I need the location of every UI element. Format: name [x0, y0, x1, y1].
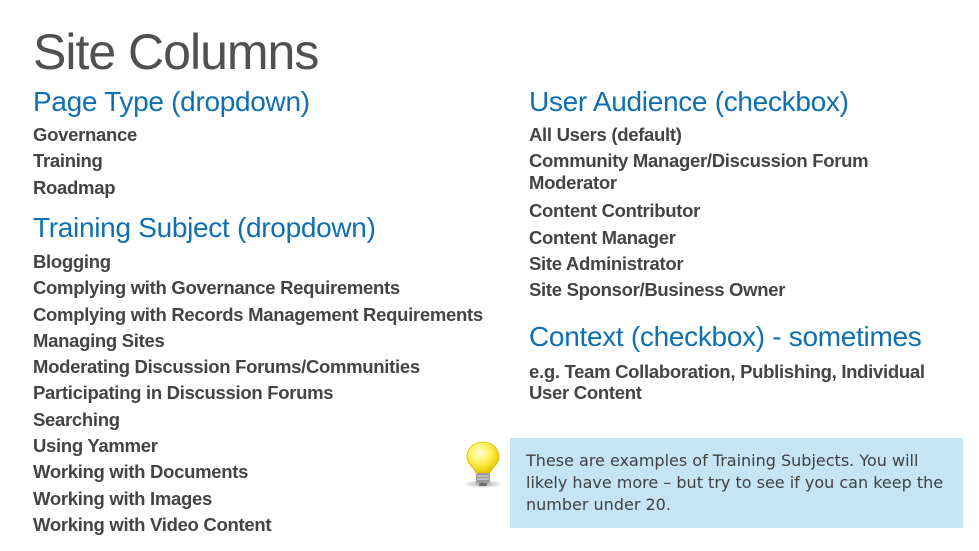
user-audience-list: All Users (default) Community Manager/Di… [529, 122, 929, 303]
list-item: Complying with Governance Requirements [33, 277, 400, 299]
list-item: Site Administrator [529, 252, 684, 274]
user-audience-heading: User Audience (checkbox) [529, 86, 849, 117]
list-item: Searching [33, 408, 120, 430]
training-subject-list: Blogging Complying with Governance Requi… [33, 249, 483, 538]
list-item: Content Manager [529, 226, 676, 248]
list-item: Working with Documents [33, 461, 249, 483]
page-type-heading: Page Type (dropdown) [33, 86, 310, 117]
tip-callout: These are examples of Training Subjects.… [510, 438, 963, 528]
list-item: Training [33, 150, 103, 172]
tip-text: These are examples of Training Subjects.… [526, 451, 944, 514]
list-item: Blogging [33, 251, 111, 272]
page-type-list: Governance Training Roadmap [33, 122, 137, 201]
list-item: Moderating Discussion Forums/Communities [33, 356, 420, 378]
list-item: Managing Sites [33, 329, 165, 351]
list-item: Working with Video Content [33, 513, 272, 535]
list-item: Roadmap [33, 176, 116, 198]
list-item: All Users (default) [529, 124, 682, 145]
list-item: Using Yammer [33, 435, 158, 457]
context-text: e.g. Team Collaboration, Publishing, Ind… [529, 361, 925, 403]
list-item: Complying with Records Management Requir… [33, 303, 483, 325]
list-item: Working with Images [33, 487, 212, 509]
training-subject-heading: Training Subject (dropdown) [33, 212, 376, 243]
context-heading: Context (checkbox) - sometimes [529, 321, 922, 352]
list-item: Site Sponsor/Business Owner [529, 279, 786, 301]
lightbulb-icon [463, 441, 503, 488]
page-title: Site Columns [33, 24, 319, 80]
list-item: Governance [33, 124, 137, 145]
list-item: Participating in Discussion Forums [33, 382, 334, 404]
list-item: Community Manager/Discussion Forum Moder… [529, 150, 869, 194]
list-item: Content Contributor [529, 200, 701, 222]
